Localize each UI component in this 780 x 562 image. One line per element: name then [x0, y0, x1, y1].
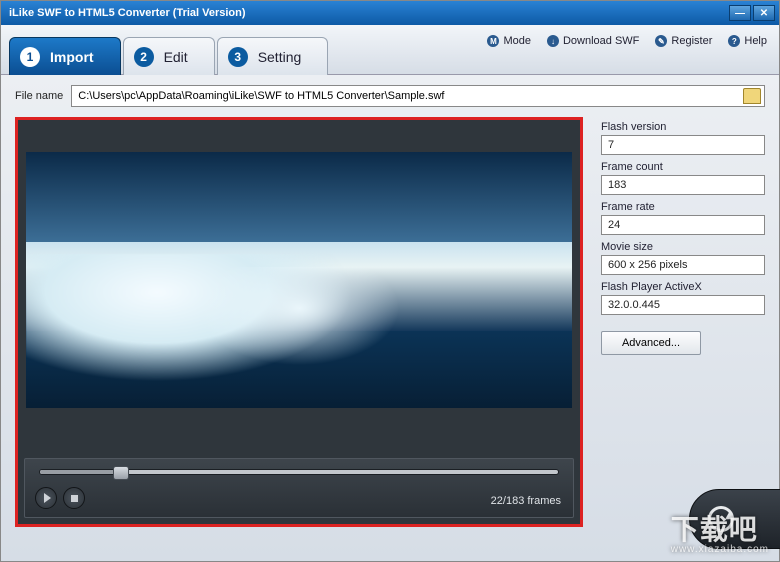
convert-arrow-icon — [708, 506, 734, 532]
register-label: Register — [671, 35, 712, 47]
download-icon: ↓ — [547, 35, 559, 47]
tab-label: Import — [50, 49, 94, 65]
mode-icon: M — [487, 35, 499, 47]
flash-version-value[interactable] — [601, 135, 765, 155]
tab-number-icon: 2 — [134, 47, 154, 67]
register-icon: ✎ — [655, 35, 667, 47]
preview-inner: 22/183 frames — [18, 120, 580, 524]
titlebar: iLike SWF to HTML5 Converter (Trial Vers… — [1, 1, 779, 25]
file-row: File name — [15, 85, 765, 107]
toolbar: 1 Import 2 Edit 3 Setting M Mode ↓ Downloa… — [1, 25, 779, 75]
activex-value[interactable] — [601, 295, 765, 315]
field-frame-count: Frame count — [601, 161, 765, 195]
seek-fill — [40, 470, 113, 474]
flash-version-label: Flash version — [601, 121, 765, 133]
frame-count-value[interactable] — [601, 175, 765, 195]
play-buttons — [35, 487, 85, 509]
tab-edit[interactable]: 2 Edit — [123, 37, 215, 75]
frame-count-label: Frame count — [601, 161, 765, 173]
tab-setting[interactable]: 3 Setting — [217, 37, 329, 75]
play-button[interactable] — [35, 487, 57, 509]
top-links: M Mode ↓ Download SWF ✎ Register ? Help — [487, 35, 767, 47]
field-movie-size: Movie size — [601, 241, 765, 275]
convert-button[interactable] — [689, 489, 780, 549]
preview-panel: 22/183 frames — [15, 117, 583, 527]
advanced-button[interactable]: Advanced... — [601, 331, 701, 355]
mode-link[interactable]: M Mode — [487, 35, 531, 47]
activex-label: Flash Player ActiveX — [601, 281, 765, 293]
download-label: Download SWF — [563, 35, 639, 47]
cloud-graphic — [190, 267, 408, 369]
file-input-wrap — [71, 85, 765, 107]
frame-rate-value[interactable] — [601, 215, 765, 235]
field-flash-version: Flash version — [601, 121, 765, 155]
help-link[interactable]: ? Help — [728, 35, 767, 47]
minimize-button[interactable] — [729, 5, 751, 21]
movie-size-label: Movie size — [601, 241, 765, 253]
video-canvas — [26, 152, 572, 408]
movie-size-value[interactable] — [601, 255, 765, 275]
mode-label: Mode — [503, 35, 531, 47]
frame-rate-label: Frame rate — [601, 201, 765, 213]
field-activex: Flash Player ActiveX — [601, 281, 765, 315]
sky-graphic — [26, 152, 572, 242]
tab-number-icon: 1 — [20, 47, 40, 67]
field-frame-rate: Frame rate — [601, 201, 765, 235]
help-label: Help — [744, 35, 767, 47]
window-title: iLike SWF to HTML5 Converter (Trial Vers… — [9, 7, 727, 19]
stop-button[interactable] — [63, 487, 85, 509]
file-path-input[interactable] — [71, 85, 765, 107]
file-name-label: File name — [15, 90, 63, 102]
seek-slider[interactable] — [39, 469, 559, 475]
tab-strip: 1 Import 2 Edit 3 Setting — [9, 37, 328, 75]
tab-number-icon: 3 — [228, 47, 248, 67]
close-button[interactable] — [753, 5, 775, 21]
tab-import[interactable]: 1 Import — [9, 37, 121, 75]
info-panel: Flash version Frame count Frame rate Mov… — [601, 117, 765, 527]
content-area: File name — [1, 75, 779, 561]
download-swf-link[interactable]: ↓ Download SWF — [547, 35, 639, 47]
main-area: 22/183 frames Flash version Frame count … — [15, 117, 765, 527]
frame-position-label: 22/183 frames — [491, 495, 561, 507]
tab-label: Setting — [258, 49, 302, 65]
tab-label: Edit — [164, 49, 188, 65]
register-link[interactable]: ✎ Register — [655, 35, 712, 47]
seek-thumb[interactable] — [113, 466, 129, 480]
help-icon: ? — [728, 35, 740, 47]
browse-button[interactable] — [743, 88, 761, 104]
playback-controls: 22/183 frames — [24, 458, 574, 518]
